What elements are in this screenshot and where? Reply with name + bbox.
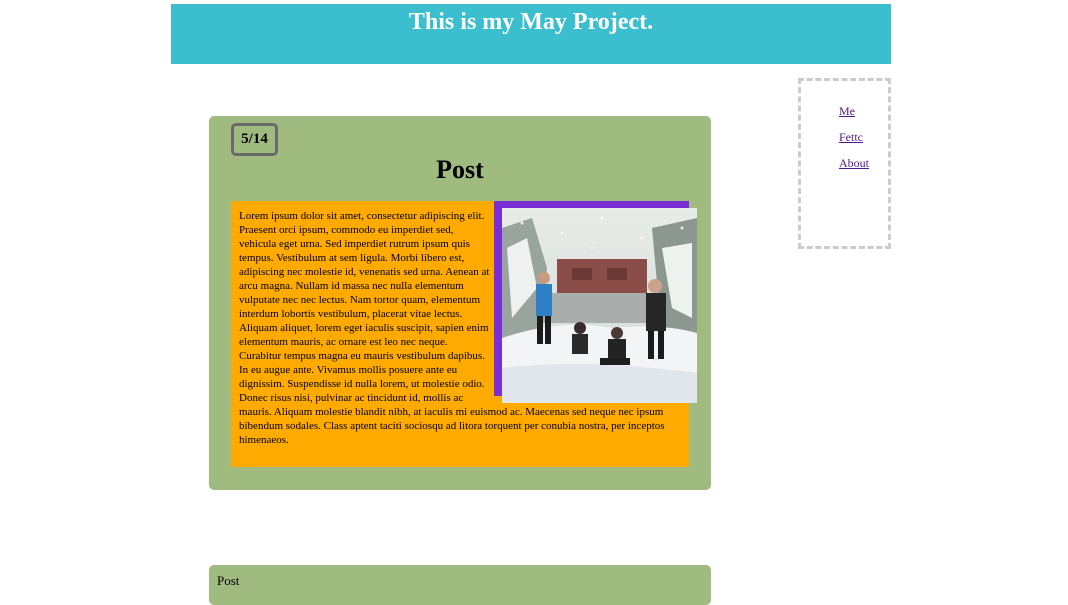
site-title: This is my May Project. xyxy=(408,9,654,35)
post-card-2: Post xyxy=(209,565,711,605)
site-header: This is my May Project. xyxy=(171,4,891,64)
photo-frame xyxy=(494,201,697,403)
date-badge: 5/14 xyxy=(231,123,278,156)
snow-photo xyxy=(502,208,697,403)
sidebar-link-me[interactable]: Me xyxy=(839,104,855,118)
sidebar-link-about[interactable]: About xyxy=(839,156,869,170)
post-title-2: Post xyxy=(217,573,240,588)
post-card: 5/14 Post Lorem ipsum dolor sit amet, co… xyxy=(209,116,711,490)
post-title: Post xyxy=(436,155,484,184)
sidebar-nav: Me Fettc About xyxy=(798,78,891,249)
post-content: Lorem ipsum dolor sit amet, consectetur … xyxy=(231,201,697,467)
sidebar-link-fettc[interactable]: Fettc xyxy=(839,130,863,144)
